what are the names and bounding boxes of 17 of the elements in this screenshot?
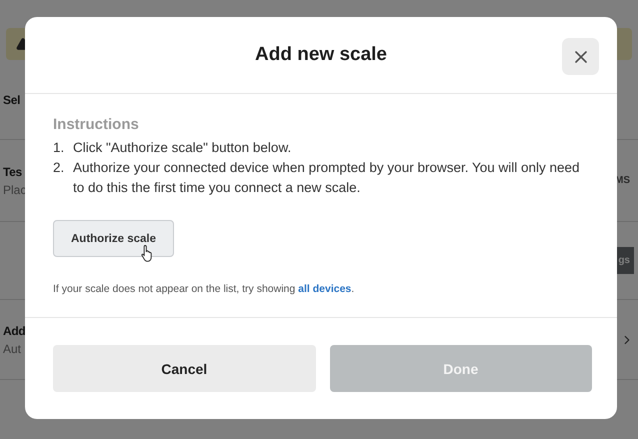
row-action-button[interactable]: gs: [616, 247, 634, 274]
hint-text: If your scale does not appear on the list, try showing all devices.: [53, 283, 356, 295]
authorize-button[interactable]: Authorize scale: [53, 220, 174, 257]
step-number: 2.: [53, 159, 66, 177]
row-title: Tes: [3, 164, 23, 178]
step-number: 1.: [53, 139, 66, 157]
all-devices-link[interactable]: all devices: [298, 283, 352, 295]
instructions-heading: Instructions: [53, 116, 140, 133]
row-subtitle: Aut: [3, 342, 22, 356]
row-title: Sel: [3, 92, 20, 106]
close-button[interactable]: [562, 38, 599, 75]
step-text: Click "Authorize scale" button below.: [73, 139, 292, 157]
dialog-title: Add new scale: [255, 44, 387, 66]
step-text: Authorize your connected device when prompted by your browser. You will only need to do this the first time you connect a new scale.: [73, 159, 581, 197]
row-subtitle: Plac: [3, 182, 26, 196]
row-title: Add: [3, 324, 26, 338]
cancel-button[interactable]: Cancel: [53, 345, 316, 392]
